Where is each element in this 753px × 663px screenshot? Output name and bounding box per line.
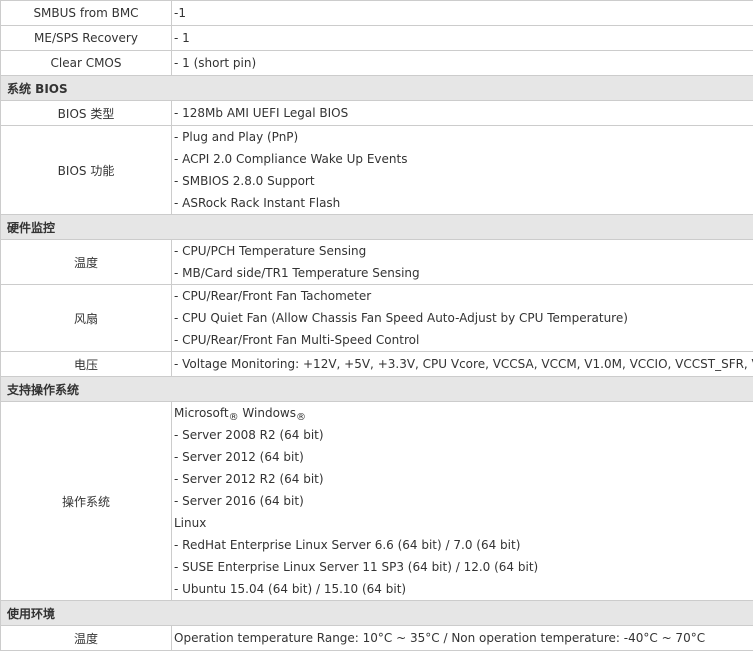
list-item: - CPU/Rear/Front Fan Tachometer xyxy=(174,289,372,303)
spec-table: SMBUS from BMC -1 ME/SPS Recovery - 1 Cl… xyxy=(0,0,753,651)
section-title: 硬件监控 xyxy=(0,214,753,240)
spec-row-smbus: SMBUS from BMC -1 xyxy=(0,0,753,26)
spec-label: Clear CMOS xyxy=(0,50,172,76)
section-header-os: 支持操作系统 xyxy=(0,376,753,402)
list-item: - Server 2016 (64 bit) xyxy=(174,494,304,508)
list-item: - ACPI 2.0 Compliance Wake Up Events xyxy=(174,152,408,166)
spec-row-os: 操作系统 Microsoft® Windows® - Server 2008 R… xyxy=(0,401,753,601)
spec-value: Operation temperature Range: 10°C ~ 35°C… xyxy=(171,625,753,651)
spec-label: BIOS 功能 xyxy=(0,125,172,215)
spec-value: - 1 xyxy=(171,25,753,51)
spec-value: - 128Mb AMI UEFI Legal BIOS xyxy=(171,100,753,126)
spec-label: BIOS 类型 xyxy=(0,100,172,126)
spec-label: 操作系统 xyxy=(0,401,172,601)
os-vendor-heading: Linux xyxy=(174,516,207,530)
list-item: - SUSE Enterprise Linux Server 11 SP3 (6… xyxy=(174,560,539,574)
spec-row-me-sps: ME/SPS Recovery - 1 xyxy=(0,25,753,51)
spec-label: 温度 xyxy=(0,239,172,285)
spec-label: 温度 xyxy=(0,625,172,651)
section-header-hw-monitor: 硬件监控 xyxy=(0,214,753,240)
list-item: - CPU Quiet Fan (Allow Chassis Fan Speed… xyxy=(174,311,628,325)
section-header-environment: 使用环境 xyxy=(0,600,753,626)
spec-value: - 1 (short pin) xyxy=(171,50,753,76)
spec-value-list: - CPU/PCH Temperature Sensing - MB/Card … xyxy=(171,239,753,285)
list-item: - Plug and Play (PnP) xyxy=(174,130,299,144)
registered-mark: ® xyxy=(296,412,306,423)
spec-value-list: - CPU/Rear/Front Fan Tachometer - CPU Qu… xyxy=(171,284,753,352)
section-title: 系统 BIOS xyxy=(0,75,753,101)
spec-row-clear-cmos: Clear CMOS - 1 (short pin) xyxy=(0,50,753,76)
section-title: 使用环境 xyxy=(0,600,753,626)
list-item: - SMBIOS 2.8.0 Support xyxy=(174,174,315,188)
spec-value-list: Microsoft® Windows® - Server 2008 R2 (64… xyxy=(171,401,753,601)
spec-row-hw-temperature: 温度 - CPU/PCH Temperature Sensing - MB/Ca… xyxy=(0,239,753,285)
spec-row-hw-voltage: 电压 - Voltage Monitoring: +12V, +5V, +3.3… xyxy=(0,351,753,377)
list-item: - RedHat Enterprise Linux Server 6.6 (64… xyxy=(174,538,521,552)
registered-mark: ® xyxy=(228,412,239,423)
list-item: - CPU/PCH Temperature Sensing xyxy=(174,244,367,258)
spec-label: SMBUS from BMC xyxy=(0,0,172,26)
list-item: - Ubuntu 15.04 (64 bit) / 15.10 (64 bit) xyxy=(174,582,407,596)
spec-row-hw-fan: 风扇 - CPU/Rear/Front Fan Tachometer - CPU… xyxy=(0,284,753,352)
spec-value: - Voltage Monitoring: +12V, +5V, +3.3V, … xyxy=(171,351,753,377)
section-header-bios: 系统 BIOS xyxy=(0,75,753,101)
spec-label: ME/SPS Recovery xyxy=(0,25,172,51)
spec-value-list: - Plug and Play (PnP) - ACPI 2.0 Complia… xyxy=(171,125,753,215)
spec-value: -1 xyxy=(171,0,753,26)
list-item: - Server 2008 R2 (64 bit) xyxy=(174,428,324,442)
list-item: - CPU/Rear/Front Fan Multi-Speed Control xyxy=(174,333,420,347)
os-vendor-heading: Microsoft® Windows® xyxy=(174,402,753,424)
list-item: - Server 2012 (64 bit) xyxy=(174,450,304,464)
spec-row-bios-type: BIOS 类型 - 128Mb AMI UEFI Legal BIOS xyxy=(0,100,753,126)
spec-label: 风扇 xyxy=(0,284,172,352)
list-item: - MB/Card side/TR1 Temperature Sensing xyxy=(174,266,420,280)
ms-name: Windows xyxy=(238,406,296,420)
spec-label: 电压 xyxy=(0,351,172,377)
section-title: 支持操作系统 xyxy=(0,376,753,402)
list-item: - Server 2012 R2 (64 bit) xyxy=(174,472,324,486)
list-item: - ASRock Rack Instant Flash xyxy=(174,196,341,210)
spec-row-bios-features: BIOS 功能 - Plug and Play (PnP) - ACPI 2.0… xyxy=(0,125,753,215)
ms-prefix: Microsoft xyxy=(174,406,229,420)
spec-row-env-temperature: 温度 Operation temperature Range: 10°C ~ 3… xyxy=(0,625,753,651)
